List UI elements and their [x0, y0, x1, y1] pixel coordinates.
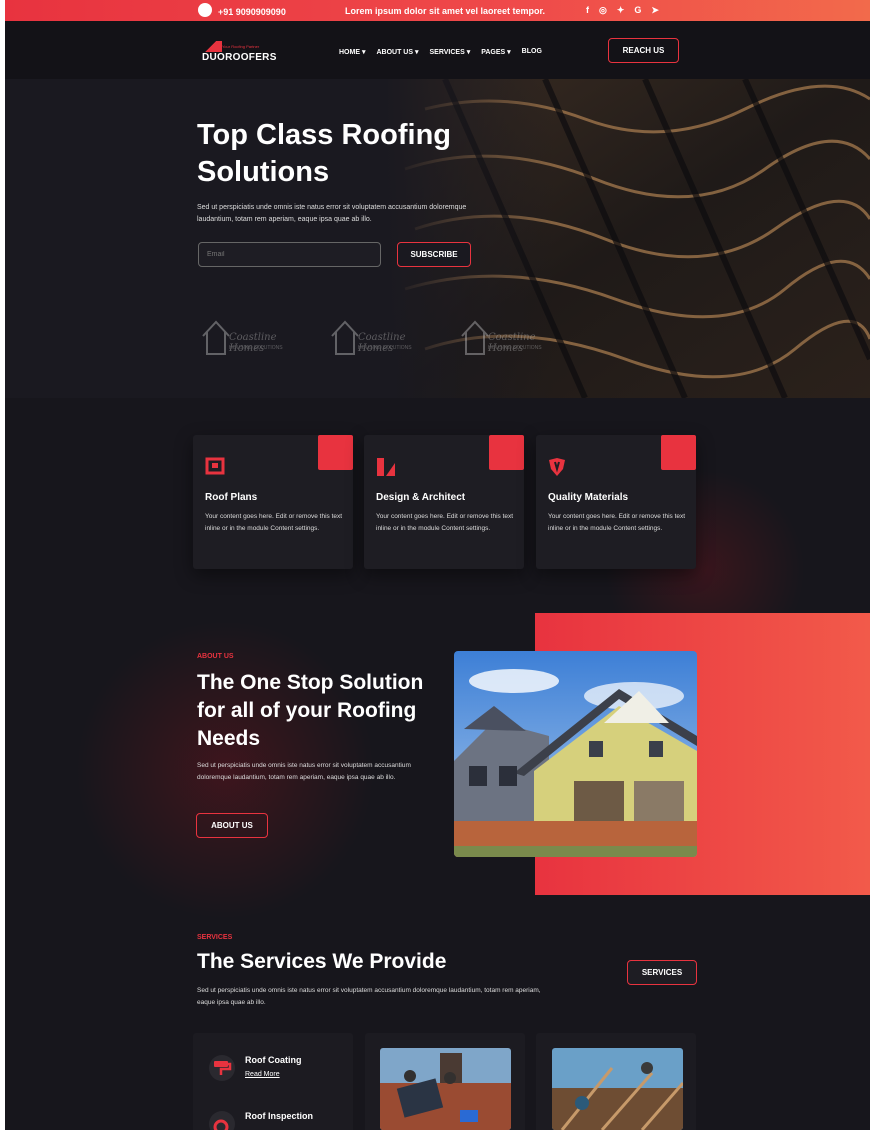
client-logo-tagline: HOUSING SOLUTIONS [358, 345, 412, 351]
reach-us-button[interactable]: REACH US [608, 38, 679, 63]
feature-title: Quality Materials [548, 492, 629, 503]
house-icon [461, 320, 489, 355]
client-logo: Coastline Homes HOUSING SOLUTIONS [330, 316, 440, 361]
services-text: Sed ut perspiciatis unde omnis iste natu… [197, 987, 541, 1006]
email-input[interactable] [198, 242, 381, 267]
nav-item-home[interactable]: HOME ▾ [339, 48, 365, 56]
logo-tagline: Your Roofing Partner [222, 44, 260, 49]
house-icon [331, 320, 359, 355]
roof-construction-photo [552, 1048, 683, 1130]
service-item-roof-inspection[interactable]: Roof Inspection [209, 1111, 313, 1130]
house-photo [454, 651, 697, 857]
social-links: f ◎ ✦ G ➤ [586, 5, 659, 16]
facebook-icon[interactable]: f [586, 5, 589, 16]
services-button[interactable]: SERVICES [627, 960, 697, 985]
twitter-icon[interactable]: ✦ [617, 5, 625, 16]
about-title: The One Stop Solution for all of your Ro… [197, 671, 424, 750]
feature-text: Your content goes here. Edit or remove t… [376, 513, 514, 532]
roof-logo-icon [202, 41, 222, 52]
about-us-button[interactable]: ABOUT US [196, 813, 268, 838]
roof-worker-photo [380, 1048, 511, 1130]
page: +91 9090909090 Lorem ipsum dolor sit ame… [5, 0, 870, 1130]
shield-icon [549, 458, 565, 476]
instagram-icon[interactable]: ◎ [599, 5, 607, 16]
client-logo-tagline: HOUSING SOLUTIONS [229, 345, 283, 351]
card-corner-accent [318, 435, 353, 470]
main-nav: Your Roofing Partner DUOROOFERS HOME ▾ A… [5, 21, 870, 79]
feature-title: Design & Architect [376, 492, 466, 503]
services-list-card: Roof Coating Read More Roof Inspection [193, 1033, 353, 1130]
feature-card-roof-plans[interactable]: Roof Plans Your content goes here. Edit … [193, 435, 353, 569]
subscribe-button[interactable]: SUBSCRIBE [397, 242, 471, 267]
paint-roller-icon [209, 1055, 235, 1081]
service-label: Roof Inspection [245, 1111, 313, 1121]
top-message: Lorem ipsum dolor sit amet vel laoreet t… [345, 6, 546, 16]
client-logo: Coastline Homes HOUSING SOLUTIONS [460, 316, 570, 361]
client-logo: Coastline Homes HOUSING SOLUTIONS [201, 316, 311, 361]
feature-text: Your content goes here. Edit or remove t… [548, 513, 686, 532]
services-eyebrow: SERVICES [197, 934, 233, 941]
nav-item-services[interactable]: SERVICES ▾ [429, 48, 470, 56]
phone-number: +91 9090909090 [218, 7, 286, 17]
feature-card-quality[interactable]: Quality Materials Your content goes here… [536, 435, 696, 569]
design-tools-icon [377, 458, 395, 476]
top-bar: +91 9090909090 Lorem ipsum dolor sit ame… [5, 0, 870, 21]
logo[interactable]: Your Roofing Partner DUOROOFERS [202, 41, 292, 63]
nav-item-pages[interactable]: PAGES ▾ [481, 48, 510, 56]
feature-card-design[interactable]: Design & Architect Your content goes her… [364, 435, 524, 569]
feature-title: Roof Plans [205, 492, 258, 503]
service-label: Roof Coating [245, 1055, 302, 1065]
phone-icon [198, 3, 212, 17]
read-more-link[interactable]: Read More [245, 1071, 302, 1078]
card-corner-accent [661, 435, 696, 470]
blueprint-icon [205, 457, 225, 475]
card-corner-accent [489, 435, 524, 470]
phone-contact[interactable]: +91 9090909090 [198, 3, 286, 19]
hero-title: Top Class Roofing Solutions [197, 119, 452, 188]
nav-item-about[interactable]: ABOUT US ▾ [376, 48, 418, 56]
logo-name: DUOROOFERS [202, 52, 277, 63]
hero: Top Class Roofing Solutions Sed ut persp… [5, 79, 870, 398]
client-logo-tagline: HOUSING SOLUTIONS [488, 345, 542, 351]
service-item-roof-coating[interactable]: Roof Coating Read More [209, 1055, 302, 1081]
nav-menu: HOME ▾ ABOUT US ▾ SERVICES ▾ PAGES ▾ BLO… [339, 48, 542, 56]
google-icon[interactable]: G [634, 5, 641, 16]
feature-text: Your content goes here. Edit or remove t… [205, 513, 343, 532]
nav-item-blog[interactable]: BLOG [522, 48, 542, 56]
about-eyebrow: ABOUT US [197, 653, 234, 660]
about-text: Sed ut perspiciatis unde omnis iste natu… [197, 762, 411, 781]
magnifier-icon [209, 1111, 235, 1130]
telegram-icon[interactable]: ➤ [651, 5, 659, 16]
hero-text: Sed ut perspiciatis unde omnis iste natu… [197, 204, 467, 223]
services-title: The Services We Provide [197, 950, 447, 973]
house-icon [202, 320, 230, 355]
